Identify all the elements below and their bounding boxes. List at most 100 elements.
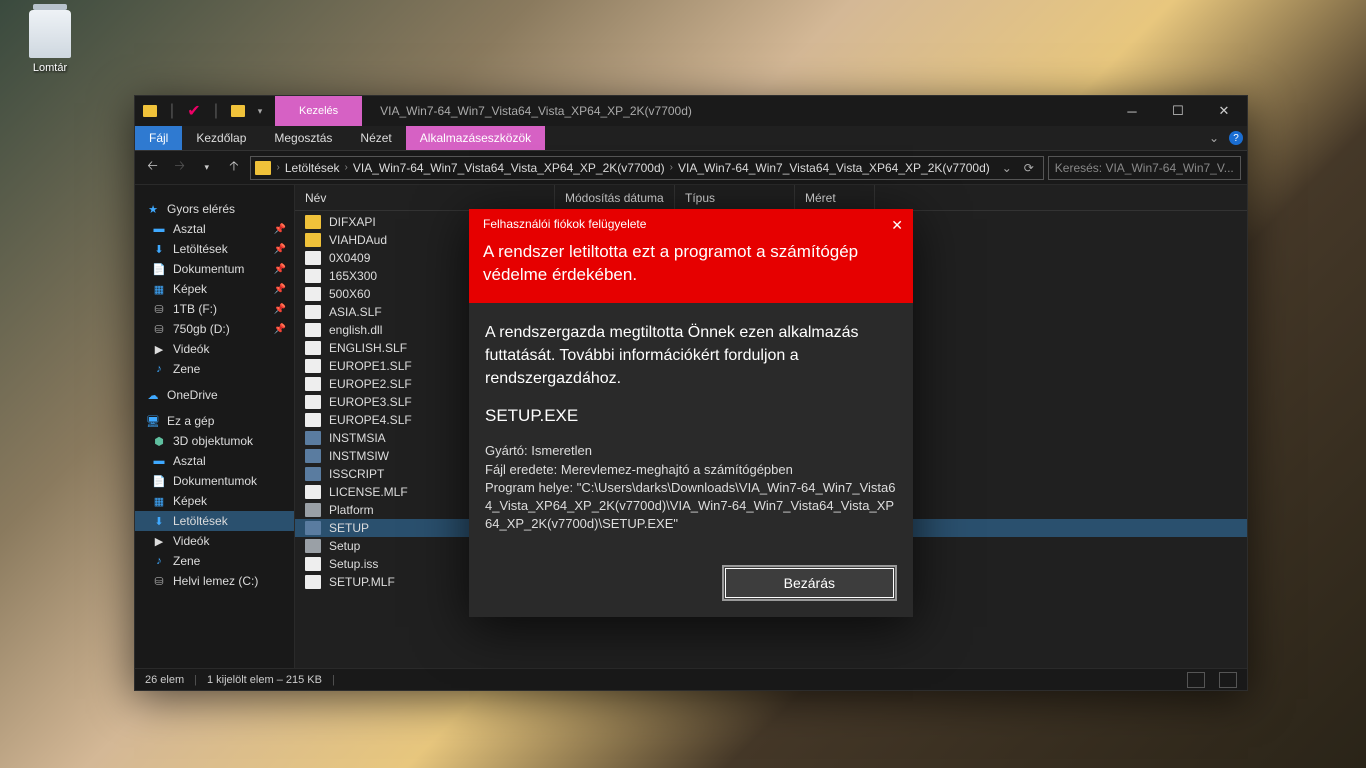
nav-history-icon[interactable]: ▾ bbox=[195, 156, 218, 180]
file-icon bbox=[305, 359, 321, 373]
file-name: SETUP.MLF bbox=[329, 575, 395, 589]
view-icons-icon[interactable] bbox=[1219, 672, 1237, 688]
cloud-icon: ☁ bbox=[145, 388, 161, 402]
sidebar-item-pictures[interactable]: ▦Képek bbox=[135, 491, 294, 511]
ribbon-collapse-icon[interactable]: ⌄ bbox=[1203, 126, 1225, 150]
file-name: INSTMSIA bbox=[329, 431, 386, 445]
navigation-bar: 🡠 🡢 ▾ 🡡 › Letöltések › VIA_Win7-64_Win7_… bbox=[135, 151, 1247, 185]
file-name: EUROPE1.SLF bbox=[329, 359, 412, 373]
ribbon-tab-view[interactable]: Nézet bbox=[346, 126, 405, 150]
folder-icon bbox=[305, 215, 321, 229]
manage-tab[interactable]: Kezelés bbox=[275, 96, 362, 126]
sidebar-item-drive[interactable]: ⛁1TB (F:)📌 bbox=[135, 299, 294, 319]
refresh-icon[interactable]: ⟳ bbox=[1019, 161, 1039, 175]
address-dropdown-icon[interactable]: ⌄ bbox=[997, 161, 1017, 175]
download-icon: ⬇ bbox=[151, 514, 167, 528]
uac-footer: Bezárás bbox=[469, 565, 913, 617]
video-icon: ▶ bbox=[151, 534, 167, 548]
file-icon bbox=[305, 395, 321, 409]
folder-icon bbox=[141, 102, 159, 120]
qat-check-icon[interactable]: ✔ bbox=[185, 102, 203, 120]
desktop-icon: ▬ bbox=[151, 222, 167, 236]
status-item-count: 26 elem bbox=[145, 674, 184, 686]
nav-up-button[interactable]: 🡡 bbox=[222, 156, 245, 180]
sidebar-quick-access[interactable]: ★Gyors elérés bbox=[135, 199, 294, 219]
qat-dropdown-icon[interactable]: ▾ bbox=[251, 102, 269, 120]
video-icon: ▶ bbox=[151, 342, 167, 356]
document-icon: 📄 bbox=[151, 262, 167, 276]
ribbon-tab-share[interactable]: Megosztás bbox=[260, 126, 346, 150]
pictures-icon: ▦ bbox=[151, 494, 167, 508]
uac-title-small: Felhasználói fiókok felügyelete bbox=[483, 217, 899, 231]
file-name: ASIA.SLF bbox=[329, 305, 382, 319]
search-placeholder: Keresés: VIA_Win7-64_Win7_V... bbox=[1055, 161, 1234, 175]
sidebar-onedrive[interactable]: ☁OneDrive bbox=[135, 385, 294, 405]
nav-forward-button[interactable]: 🡢 bbox=[168, 156, 191, 180]
pin-icon: 📌 bbox=[274, 324, 286, 335]
sidebar-item-downloads[interactable]: ⬇Letöltések📌 bbox=[135, 239, 294, 259]
sidebar-item-desktop[interactable]: ▬Asztal bbox=[135, 451, 294, 471]
search-input[interactable]: Keresés: VIA_Win7-64_Win7_V... bbox=[1048, 156, 1241, 180]
sidebar-item-local-disk[interactable]: ⛁Helvi lemez (C:) bbox=[135, 571, 294, 591]
qat-separator: | bbox=[163, 102, 181, 120]
help-button[interactable]: ? bbox=[1225, 126, 1247, 150]
sidebar-this-pc[interactable]: 🖥Ez a gép bbox=[135, 411, 294, 431]
file-icon bbox=[305, 377, 321, 391]
close-button[interactable]: ✕ bbox=[1201, 96, 1247, 126]
exe-icon bbox=[305, 449, 321, 463]
breadcrumb[interactable]: VIA_Win7-64_Win7_Vista64_Vista_XP64_XP_2… bbox=[675, 161, 993, 175]
uac-meta: Gyártó: Ismeretlen Fájl eredete: Merevle… bbox=[485, 442, 897, 533]
uac-message: A rendszergazda megtiltotta Önnek ezen a… bbox=[485, 321, 897, 391]
column-name[interactable]: Név bbox=[295, 185, 555, 210]
sidebar-item-documents[interactable]: 📄Dokumentumok bbox=[135, 471, 294, 491]
star-icon: ★ bbox=[145, 202, 161, 216]
sidebar-item-3d-objects[interactable]: ⬢3D objektumok bbox=[135, 431, 294, 451]
column-type[interactable]: Típus bbox=[675, 185, 795, 210]
file-name: EUROPE3.SLF bbox=[329, 395, 412, 409]
sidebar-item-music[interactable]: ♪Zene bbox=[135, 551, 294, 571]
sidebar-item-videos[interactable]: ▶Videók bbox=[135, 531, 294, 551]
sidebar-item-music[interactable]: ♪Zene bbox=[135, 359, 294, 379]
sidebar-item-videos[interactable]: ▶Videók bbox=[135, 339, 294, 359]
exe-icon bbox=[305, 467, 321, 481]
sidebar-item-desktop[interactable]: ▬Asztal📌 bbox=[135, 219, 294, 239]
drive-icon: ⛁ bbox=[151, 322, 167, 336]
pictures-icon: ▦ bbox=[151, 282, 167, 296]
uac-close-action-button[interactable]: Bezárás bbox=[722, 565, 897, 601]
file-icon bbox=[305, 323, 321, 337]
file-name: ISSCRIPT bbox=[329, 467, 384, 481]
uac-close-button[interactable]: ✕ bbox=[891, 217, 903, 234]
minimize-button[interactable]: ─ bbox=[1109, 96, 1155, 126]
breadcrumb[interactable]: VIA_Win7-64_Win7_Vista64_Vista_XP64_XP_2… bbox=[350, 161, 668, 175]
uac-title-main: A rendszer letiltotta ezt a programot a … bbox=[483, 241, 899, 287]
sidebar-item-pictures[interactable]: ▦Képek📌 bbox=[135, 279, 294, 299]
title-bar[interactable]: | ✔ | ▾ Kezelés VIA_Win7-64_Win7_Vista64… bbox=[135, 96, 1247, 126]
sidebar-item-documents[interactable]: 📄Dokumentum📌 bbox=[135, 259, 294, 279]
uac-body: A rendszergazda megtiltotta Önnek ezen a… bbox=[469, 303, 913, 566]
ribbon-tab-home[interactable]: Kezdőlap bbox=[182, 126, 260, 150]
maximize-button[interactable]: ☐ bbox=[1155, 96, 1201, 126]
music-icon: ♪ bbox=[151, 362, 167, 376]
file-name: EUROPE4.SLF bbox=[329, 413, 412, 427]
column-modified[interactable]: Módosítás dátuma bbox=[555, 185, 675, 210]
folder-icon[interactable] bbox=[229, 102, 247, 120]
view-details-icon[interactable] bbox=[1187, 672, 1205, 688]
ribbon-tab-file[interactable]: Fájl bbox=[135, 126, 182, 150]
breadcrumb[interactable]: Letöltések bbox=[282, 161, 343, 175]
sidebar-item-downloads[interactable]: ⬇Letöltések bbox=[135, 511, 294, 531]
file-icon bbox=[305, 485, 321, 499]
file-name: ENGLISH.SLF bbox=[329, 341, 407, 355]
ribbon-tabs: Fájl Kezdőlap Megosztás Nézet Alkalmazás… bbox=[135, 126, 1247, 151]
file-icon bbox=[305, 557, 321, 571]
exe-icon bbox=[305, 431, 321, 445]
navigation-pane[interactable]: ★Gyors elérés ▬Asztal📌 ⬇Letöltések📌 📄Dok… bbox=[135, 185, 295, 668]
address-bar[interactable]: › Letöltések › VIA_Win7-64_Win7_Vista64_… bbox=[250, 156, 1044, 180]
file-name: Platform bbox=[329, 503, 374, 517]
desktop-recycle-bin[interactable]: Lomtár bbox=[15, 10, 85, 74]
sidebar-item-drive[interactable]: ⛁750gb (D:)📌 bbox=[135, 319, 294, 339]
nav-back-button[interactable]: 🡠 bbox=[141, 156, 164, 180]
quick-access-toolbar: | ✔ | ▾ bbox=[135, 102, 275, 120]
column-size[interactable]: Méret bbox=[795, 185, 875, 210]
chevron-right-icon: › bbox=[670, 162, 673, 173]
ribbon-tab-apptools[interactable]: Alkalmazáseszközök bbox=[406, 126, 545, 150]
